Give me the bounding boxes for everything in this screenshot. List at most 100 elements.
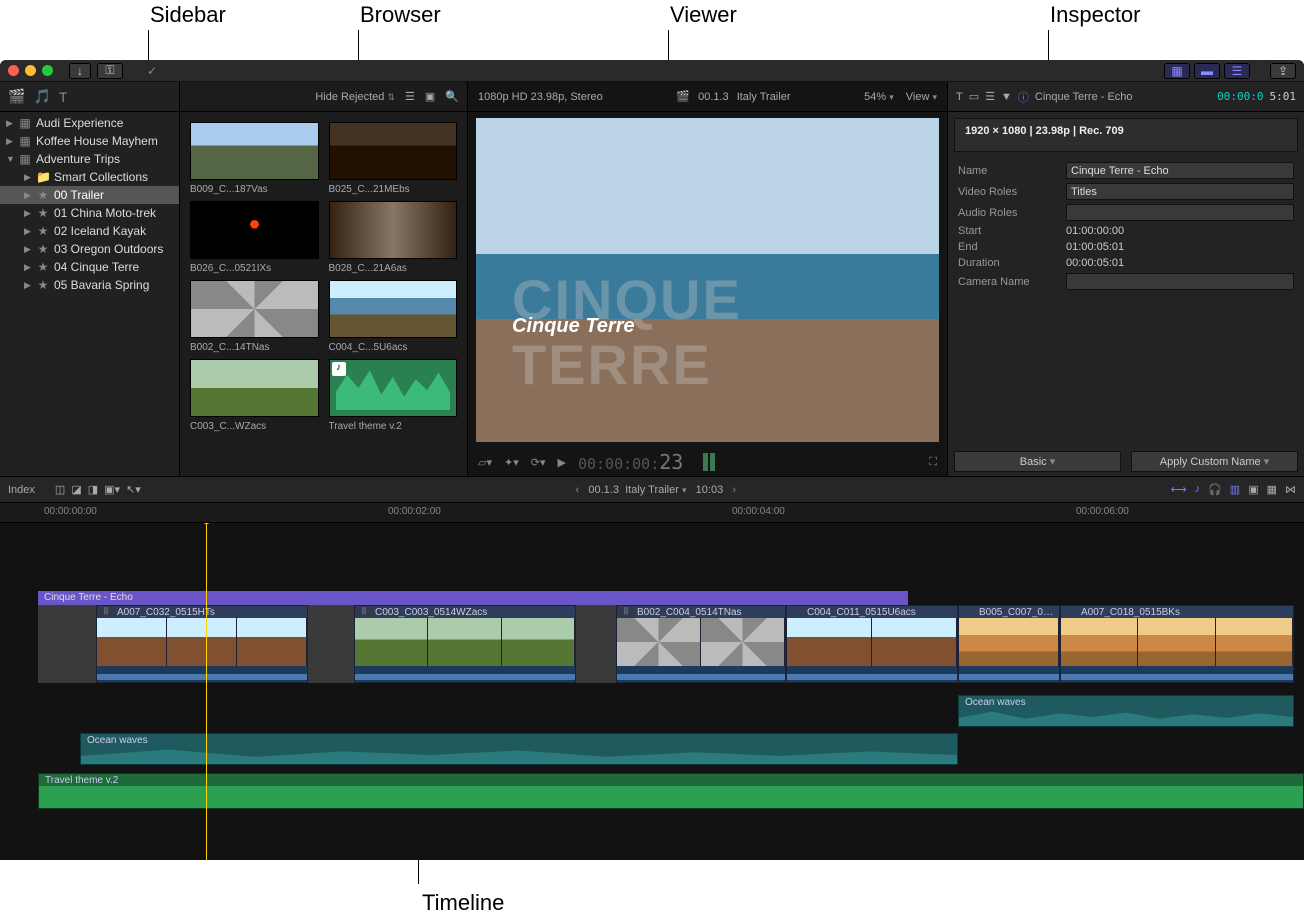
video-clip[interactable]: ||A007_C032_0515HTs (96, 605, 308, 683)
timeline-ruler[interactable]: 00:00:00:00 00:00:02:00 00:00:04:00 00:0… (0, 503, 1304, 523)
text-inspector-icon[interactable]: T (956, 91, 963, 103)
timeline-title[interactable]: ‹ 00.1.3 Italy Trailer ▾ 10:03 › (151, 484, 1161, 496)
list-view-icon[interactable]: ▣ (425, 90, 435, 103)
toggle-browser-button[interactable]: ▦ (1164, 63, 1190, 79)
titles-icon[interactable]: T (59, 89, 68, 105)
name-input[interactable] (1066, 162, 1294, 179)
window-close[interactable] (8, 65, 19, 76)
title-clip[interactable]: Cinque Terre - Echo (38, 591, 908, 605)
browser-clip[interactable]: C004_C...5U6acs (329, 280, 458, 353)
audio-clip[interactable]: Ocean waves (80, 733, 958, 765)
video-clip[interactable]: C004_C011_0515U6acs (786, 605, 958, 683)
effects-browser-icon[interactable]: ▦ (1267, 483, 1277, 496)
gap-clip[interactable] (308, 605, 354, 683)
toggle-timeline-button[interactable]: ▬ (1194, 63, 1220, 79)
clip-label: B002_C004_0514TNas (637, 607, 742, 618)
event-icon: ★ (36, 278, 50, 292)
audio-roles-select[interactable] (1066, 204, 1294, 221)
skimming-icon[interactable]: ⟷ (1171, 483, 1187, 496)
window-minimize[interactable] (25, 65, 36, 76)
import-button[interactable]: ↓ (69, 63, 91, 79)
sidebar-item-event[interactable]: ▶★00 Trailer (0, 186, 179, 204)
inspector: T ▭ ☰ ▼ ⓘ Cinque Terre - Echo 00:00:05:0… (948, 82, 1304, 476)
toggle-inspector-button[interactable]: ☰ (1224, 63, 1250, 79)
clip-appearance-icon[interactable]: ☰ (405, 90, 415, 103)
playhead[interactable] (206, 523, 207, 860)
name-label: Name (958, 165, 1058, 177)
audio-skimming-icon[interactable]: ♪ (1195, 483, 1201, 496)
viewer-canvas[interactable]: CINQUE TERRE Cinque Terre (476, 118, 939, 442)
browser-clip[interactable]: B025_C...21MEbs (329, 122, 458, 195)
appearance-icon[interactable]: ▣ (1248, 483, 1258, 496)
list-inspector-icon[interactable]: ☰ (985, 90, 995, 103)
gap-clip[interactable] (576, 605, 616, 683)
clip-label: Ocean waves (965, 697, 1026, 708)
browser-clip[interactable]: B002_C...14TNas (190, 280, 319, 353)
share-button[interactable]: ⇪ (1270, 63, 1296, 79)
music-icon: ♪ (332, 362, 346, 376)
connect-clip-icon[interactable]: ◫ (55, 483, 65, 496)
clip-label: B009_C...187Vas (190, 184, 319, 195)
video-clip[interactable]: A007_C018_0515BKs (1060, 605, 1294, 683)
transform-menu[interactable]: ▱▾ (478, 456, 492, 469)
gap-clip[interactable] (38, 605, 96, 683)
view-dropdown[interactable]: View ▾ (906, 91, 937, 103)
clapper-icon: 🎬 (676, 90, 690, 103)
zoom-dropdown[interactable]: 54% ▾ (864, 91, 894, 103)
duration-label: Duration (958, 257, 1058, 269)
transitions-icon[interactable]: ⋈ (1285, 483, 1296, 496)
window-zoom[interactable] (42, 65, 53, 76)
index-button[interactable]: Index (8, 484, 35, 496)
photos-icon[interactable]: 🎵 (33, 88, 50, 105)
tools-menu[interactable]: ↖▾ (126, 483, 141, 496)
video-clip[interactable]: B005_C007_0516D1... (958, 605, 1060, 683)
video-roles-select[interactable]: Titles (1066, 183, 1294, 200)
libraries-icon[interactable]: 🎬 (8, 88, 25, 105)
effects-menu[interactable]: ✦▾ (504, 456, 519, 469)
share-inspector-icon[interactable]: ▼ (1001, 91, 1012, 103)
sidebar-item-event[interactable]: ▶★05 Bavaria Spring (0, 276, 179, 294)
browser-clip[interactable]: C003_C...WZacs (190, 359, 319, 432)
audio-meters (703, 453, 715, 471)
append-clip-icon[interactable]: ◨ (88, 483, 98, 496)
browser-clip[interactable]: B028_C...21A6as (329, 201, 458, 274)
background-tasks[interactable]: ✓ (141, 63, 163, 79)
sidebar-item-event[interactable]: ▶★03 Oregon Outdoors (0, 240, 179, 258)
camera-input[interactable] (1066, 273, 1294, 290)
sidebar-item-event[interactable]: ▶★01 China Moto-trek (0, 204, 179, 222)
annotation-timeline: Timeline (422, 890, 504, 916)
browser-clip[interactable]: B009_C...187Vas (190, 122, 319, 195)
audio-clip[interactable]: Ocean waves (958, 695, 1294, 727)
sidebar-item-event[interactable]: ▶★04 Cinque Terre (0, 258, 179, 276)
play-button[interactable]: ▶ (557, 456, 565, 469)
search-icon[interactable]: 🔍 (445, 90, 459, 103)
insert-clip-icon[interactable]: ◪ (71, 483, 81, 496)
sidebar-item-event[interactable]: ▶★02 Iceland Kayak (0, 222, 179, 240)
info-inspector-icon[interactable]: ⓘ (1018, 89, 1029, 105)
event-icon: ★ (36, 224, 50, 238)
library-item[interactable]: ▶▦Koffee House Mayhem (0, 132, 179, 150)
viewer-format: 1080p HD 23.98p, Stereo (478, 91, 603, 103)
browser-clip[interactable]: ♪Travel theme v.2 (329, 359, 458, 432)
library-item[interactable]: ▶▦Audi Experience (0, 114, 179, 132)
snapping-icon[interactable]: ▥ (1230, 483, 1240, 496)
solo-icon[interactable]: 🎧 (1208, 483, 1222, 496)
video-clip[interactable]: ||B002_C004_0514TNas (616, 605, 786, 683)
filter-dropdown[interactable]: Hide Rejected ⇅ (315, 91, 395, 103)
browser-clip[interactable]: B026_C...0521IXs (190, 201, 319, 274)
keyword-button[interactable]: ⚿ (97, 63, 123, 79)
video-clip[interactable]: ||C003_C003_0514WZacs (354, 605, 576, 683)
library-item[interactable]: ▼▦Adventure Trips (0, 150, 179, 168)
music-clip[interactable]: Travel theme v.2 (38, 773, 1304, 809)
timeline-body[interactable]: Cinque Terre - Echo ||A007_C032_0515HTs … (0, 523, 1304, 860)
video-inspector-icon[interactable]: ▭ (969, 90, 979, 103)
retime-menu[interactable]: ⟳▾ (531, 456, 546, 469)
apply-custom-name-button[interactable]: Apply Custom Name (1131, 451, 1298, 472)
sidebar-item-smart-collections[interactable]: ▶📁Smart Collections (0, 168, 179, 186)
metadata-view-button[interactable]: Basic (954, 451, 1121, 472)
overwrite-clip-icon[interactable]: ▣▾ (104, 483, 120, 496)
viewer: 1080p HD 23.98p, Stereo 🎬 00.1.3 Italy T… (468, 82, 948, 476)
fullscreen-icon[interactable]: ⛶ (929, 456, 937, 469)
clip-label: B025_C...21MEbs (329, 184, 458, 195)
timecode-display[interactable]: 00:00:00:23 (578, 450, 683, 474)
